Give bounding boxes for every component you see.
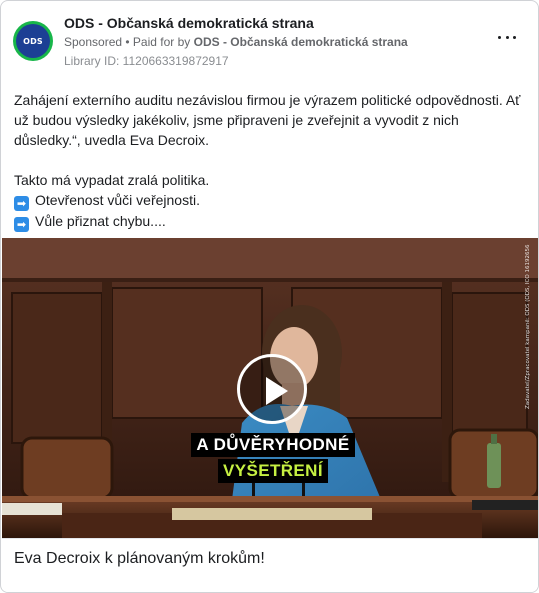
page-name-link[interactable]: ODS - Občanská demokratická strana xyxy=(64,15,314,31)
library-id: Library ID: 1120663319872917 xyxy=(64,54,229,68)
bullet-item-1: ➡ Otevřenost vůči veřejnosti. xyxy=(14,190,526,211)
ods-logo: ODS xyxy=(16,24,50,58)
arrow-right-icon: ➡ xyxy=(14,196,29,211)
post-text: Zahájení externího auditu nezávislou fir… xyxy=(14,90,526,232)
ad-card: ODS ODS - Občanská demokratická strana S… xyxy=(0,0,539,593)
play-icon[interactable] xyxy=(237,354,307,424)
avatar-text: ODS xyxy=(23,36,43,46)
bullet-1-text: Otevřenost vůči veřejnosti. xyxy=(35,192,200,208)
post-paragraph-1: Zahájení externího auditu nezávislou fir… xyxy=(14,92,521,148)
ad-footer[interactable]: Eva Decroix k plánovaným krokům! xyxy=(2,538,538,592)
arrow-right-icon: ➡ xyxy=(14,217,29,232)
post-paragraph-2: Takto má vypadat zralá politika. xyxy=(14,172,210,188)
ad-header: ODS ODS - Občanská demokratická strana S… xyxy=(13,13,526,73)
meta-separator: • xyxy=(122,35,133,49)
bullet-item-2: ➡ Vůle přiznat chybu.... xyxy=(14,211,526,232)
video-player[interactable]: A DŮVĚRYHODNÉ VYŠETŘENÍ Zadavatel/Zpraco… xyxy=(2,238,538,538)
caption-line-1: A DŮVĚRYHODNÉ xyxy=(191,433,355,457)
paid-for-name: ODS - Občanská demokratická strana xyxy=(193,35,408,49)
bullet-2-text: Vůle přiznat chybu.... xyxy=(35,213,166,229)
caption-line-2: VYŠETŘENÍ xyxy=(218,459,328,483)
paid-for-prefix: Paid for by xyxy=(132,35,194,49)
side-disclaimer: Zadavatel/Zpracovatel kampaně: ODS (ODS,… xyxy=(525,244,531,409)
video-caption: A DŮVĚRYHODNÉ VYŠETŘENÍ xyxy=(187,433,359,483)
page-avatar[interactable]: ODS xyxy=(13,21,53,61)
more-horizontal-icon[interactable] xyxy=(498,33,516,41)
footer-headline: Eva Decroix k plánovaným krokům! xyxy=(14,550,265,567)
sponsored-label: Sponsored xyxy=(64,35,123,49)
sponsor-meta: Sponsored • Paid for by ODS - Občanská d… xyxy=(64,35,408,49)
